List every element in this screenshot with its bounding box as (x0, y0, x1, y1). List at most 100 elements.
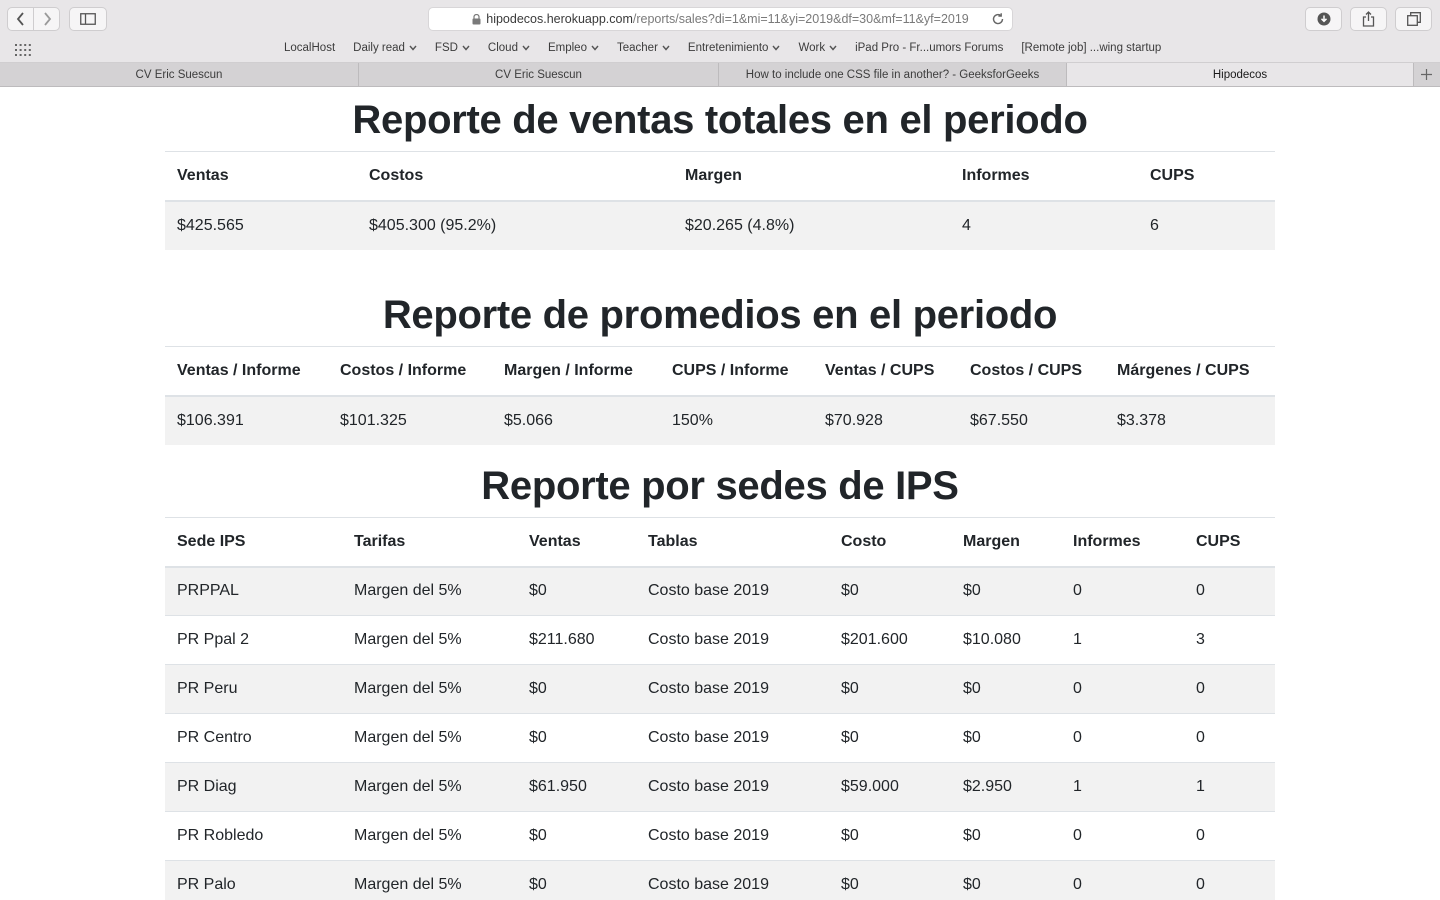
share-icon (1362, 11, 1375, 27)
bookmark-item[interactable]: Teacher (617, 42, 670, 54)
table-cell: Costo base 2019 (636, 713, 829, 763)
bookmark-label: FSD (434, 42, 458, 54)
table-cell: $0 (517, 566, 636, 616)
table-cell: Margen del 5% (342, 811, 517, 861)
table-cell: Costo base 2019 (636, 762, 829, 812)
table-cell: 0 (1184, 811, 1275, 861)
bookmark-item[interactable]: iPad Pro - Fr...umors Forums (855, 42, 1003, 54)
table-cell: Costo base 2019 (636, 664, 829, 714)
bookmark-item[interactable]: Empleo (548, 42, 599, 54)
table-cell: $70.928 (813, 395, 958, 445)
table-cell: Costo base 2019 (636, 860, 829, 900)
table-cell: Margen del 5% (342, 566, 517, 616)
tab-label: How to include one CSS file in another? … (745, 68, 1040, 81)
table-cell: 150% (660, 395, 813, 445)
download-icon (1317, 12, 1330, 26)
chevron-down-icon (829, 45, 837, 51)
sedes-section: Reporte por sedes de IPS Sede IPS Tarifas… (165, 462, 1275, 900)
bookmark-label: Cloud (487, 42, 518, 54)
column-header: Costos (357, 151, 673, 202)
column-header: Margen (673, 151, 950, 202)
page-content: Reporte de ventas totales en el periodo … (0, 88, 1440, 900)
browser-tab[interactable]: CV Eric Suescun (359, 63, 719, 86)
bookmark-item[interactable]: Cloud (488, 42, 530, 54)
table-cell: $0 (829, 860, 951, 900)
tab-overview-button[interactable] (1395, 7, 1432, 31)
bookmark-label: iPad Pro - Fr...umors Forums (855, 42, 1004, 54)
averages-table: Ventas / Informe Costos / Informe Margen /… (165, 346, 1275, 445)
chevron-right-icon (43, 12, 51, 26)
tab-label: Hipodecos (1212, 68, 1268, 81)
back-button[interactable] (8, 8, 33, 30)
table-cell: 1 (1184, 762, 1275, 812)
table-cell: Margen del 5% (342, 713, 517, 763)
history-nav (7, 7, 60, 31)
top-sites-grid-icon[interactable] (15, 44, 31, 56)
share-button[interactable] (1350, 7, 1387, 31)
column-header: Ventas (165, 151, 357, 202)
column-header: CUPS (1138, 151, 1275, 202)
table-cell: $0 (829, 566, 951, 616)
table-cell: $211.680 (517, 615, 636, 665)
bookmark-item[interactable]: Work (798, 42, 837, 54)
averages-title: Reporte de promedios en el periodo (382, 293, 1058, 337)
chevron-down-icon (662, 45, 670, 51)
table-cell: 0 (1184, 664, 1275, 714)
table-cell: 0 (1061, 860, 1184, 900)
table-cell: $61.950 (517, 762, 636, 812)
address-bar[interactable]: hipodecos.herokuapp.com/reports/sales?di… (428, 7, 1013, 31)
column-header: Tablas (636, 517, 829, 568)
table-row: PR Diag Margen del 5% $61.950 Costo base 20… (165, 762, 1275, 812)
plus-icon (1420, 69, 1432, 80)
bookmark-label: [Remote job] ...wing startup (1021, 42, 1162, 54)
tab-label: CV Eric Suescun (135, 68, 223, 81)
table-cell: 0 (1061, 713, 1184, 763)
table-cell: Costo base 2019 (636, 615, 829, 665)
table-cell: 0 (1061, 811, 1184, 861)
table-row: PR Centro Margen del 5% $0 Costo base 2019 $… (165, 713, 1275, 763)
table-cell: PR Centro (165, 713, 342, 763)
bookmark-item[interactable]: [Remote job] ...wing startup (1021, 42, 1161, 54)
table-cell: $5.066 (492, 395, 660, 445)
table-cell: $10.080 (951, 615, 1061, 665)
downloads-button[interactable] (1305, 7, 1342, 31)
column-header: Ventas / Informe (165, 346, 328, 397)
table-cell: $0 (951, 811, 1061, 861)
bookmark-label: LocalHost (284, 42, 336, 54)
table-cell: $20.265 (4.8%) (673, 200, 950, 250)
forward-button[interactable] (33, 8, 59, 30)
browser-tab[interactable]: Hipodecos (1067, 63, 1414, 86)
table-header-row: Ventas Costos Margen Informes CUPS (165, 151, 1275, 202)
new-tab-button[interactable] (1414, 63, 1438, 86)
column-header: Ventas / CUPS (813, 346, 958, 397)
chevron-down-icon (522, 45, 530, 51)
table-cell: PR Diag (165, 762, 342, 812)
table-cell: PR Peru (165, 664, 342, 714)
reload-icon[interactable] (990, 11, 1006, 27)
table-cell: 0 (1061, 664, 1184, 714)
url-path: /reports/sales?di=1&mi=11&yi=2019&df=30&… (632, 12, 969, 26)
bookmark-item[interactable]: LocalHost (284, 42, 335, 54)
chevron-left-icon (16, 12, 24, 26)
bookmark-label: Entretenimiento (687, 42, 769, 54)
browser-toolbar: hipodecos.herokuapp.com/reports/sales?di… (0, 0, 1440, 38)
table-row: $106.391 $101.325 $5.066 150% $70.928 $67.550… (165, 395, 1275, 445)
bookmark-label: Work (798, 42, 826, 54)
table-cell: $405.300 (95.2%) (357, 200, 673, 250)
table-row: PRPPAL Margen del 5% $0 Costo base 2019 $0 $0… (165, 566, 1275, 616)
totals-section: Reporte de ventas totales en el periodo … (165, 96, 1275, 250)
bookmark-label: Daily read (353, 42, 405, 54)
browser-tab[interactable]: CV Eric Suescun (0, 63, 359, 86)
table-row: PR Peru Margen del 5% $0 Costo base 2019 $0 $… (165, 664, 1275, 714)
lock-icon (472, 13, 481, 24)
column-header: Informes (950, 151, 1138, 202)
sidebar-toggle-button[interactable] (69, 7, 107, 31)
table-cell: 0 (1184, 713, 1275, 763)
browser-tab[interactable]: How to include one CSS file in another? … (719, 63, 1067, 86)
bookmark-item[interactable]: Entretenimiento (688, 42, 781, 54)
bookmark-item[interactable]: Daily read (353, 42, 417, 54)
table-cell: $0 (517, 811, 636, 861)
bookmark-item[interactable]: FSD (435, 42, 470, 54)
table-cell: Margen del 5% (342, 762, 517, 812)
table-cell: PR Palo (165, 860, 342, 900)
